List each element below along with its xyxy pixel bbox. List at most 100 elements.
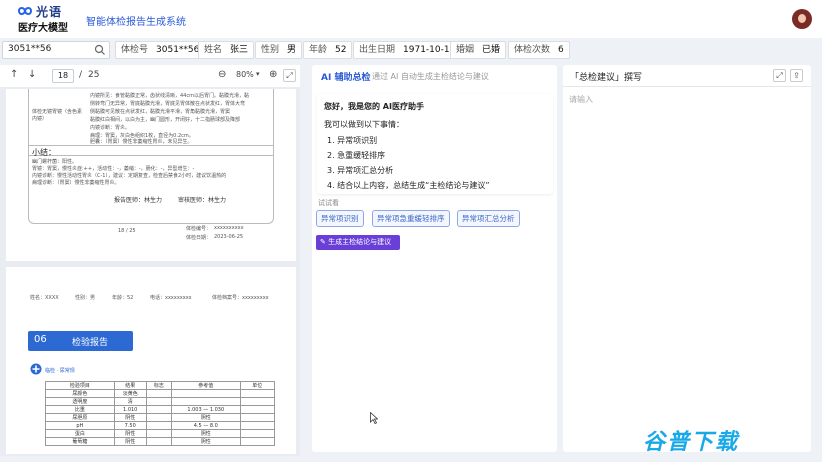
table-cell: 透明度 <box>45 397 115 406</box>
expand-icon[interactable]: ⤢ <box>773 69 786 82</box>
table-cell <box>239 429 276 438</box>
generate-conclusion-button[interactable]: ✎ 生成主检结论与建议 <box>316 235 400 250</box>
row-label: 体检无镜胃镜（含色素内镜） <box>32 109 83 122</box>
fullscreen-icon[interactable]: ⤢ <box>283 69 296 82</box>
summary-line: 幽门螺杆菌：阳性。 <box>32 159 78 165</box>
lab-results-table: 检验项目 结果 标志 参考值 单位 尿颜色 淡黄色 透明度清比重 1.010 1.003… <box>45 381 276 446</box>
table-cell: 葡萄糖 <box>45 437 115 446</box>
export-icon[interactable]: ⇪ <box>790 69 803 82</box>
table-cell: 尿胆原 <box>45 413 115 422</box>
editor-divider <box>563 86 811 87</box>
gender-field: 性别男 <box>255 41 303 59</box>
table-cell: 阴性 <box>170 413 241 422</box>
capability-item: 4. 结合以上内容，总结生成“主检结论与建议” <box>327 181 490 190</box>
advice-textarea[interactable]: 请输入 <box>569 94 593 105</box>
magic-wand-icon: ✎ <box>320 238 329 246</box>
section-number: 06 <box>34 334 47 345</box>
column-header: 参考值 <box>170 381 241 390</box>
table-cell: 4.5 — 8.0 <box>170 421 241 430</box>
exam-date-value: 2023-06-25 <box>214 234 244 240</box>
chip-abnormal-sort[interactable]: 异常项急重缓轻排序 <box>372 210 450 227</box>
table-cell: 1.010 <box>113 405 147 414</box>
exam-id-field: 体检号 3051**56 <box>115 41 206 59</box>
table-cell <box>170 389 241 398</box>
chip-abnormal-summary[interactable]: 异常项汇总分析 <box>457 210 520 227</box>
lab-group-title: 临检 · 尿常规 <box>45 368 75 374</box>
exam-no-label: 体检编号： <box>186 226 212 232</box>
table-cell <box>145 413 172 422</box>
table-cell <box>239 437 276 446</box>
search-icon[interactable] <box>94 44 106 56</box>
avatar[interactable] <box>792 9 812 29</box>
page-separator: / <box>79 70 83 80</box>
ai-greeting: 您好，我是您的 AI医疗助手 <box>324 102 424 111</box>
column-header: 结果 <box>113 381 147 390</box>
report-text: 侧黏膜可见散在点状发红，黏膜光滑平滑，胃角黏膜光滑，胃窦 <box>90 109 231 115</box>
patient-phone: 电话：xxxxxxxxx <box>150 295 192 301</box>
generate-conclusion-label: 生成主检结论与建议 <box>328 238 392 246</box>
zoom-out-icon[interactable]: ⊖ <box>218 69 226 80</box>
zoom-select[interactable]: 80% <box>236 70 254 79</box>
table-cell <box>145 405 172 414</box>
summary-title: 小结： <box>32 148 56 157</box>
exam-date-label: 体检日期： <box>186 235 212 241</box>
table-cell <box>145 397 172 406</box>
brand-subtitle: 医疗大模型 <box>18 23 68 34</box>
table-cell <box>239 413 276 422</box>
section-title: 检验报告 <box>72 338 109 348</box>
report-text: 胆囊：（胃窦）慢性非萎缩性胃炎，未见异生。 <box>90 139 193 145</box>
table-cell: 阴性 <box>113 413 147 422</box>
page-footer-number: 18 / 25 <box>118 228 136 234</box>
column-header: 标志 <box>145 381 172 390</box>
table-cell <box>170 397 241 406</box>
table-cell: pH <box>45 421 115 430</box>
report-text: 黏膜红白相间，以白为主，幽门圆形，开闭好，十二指肠球部及降部 <box>90 117 241 123</box>
name-field: 姓名 张三 <box>198 41 255 59</box>
patient-age: 年龄：52 <box>112 295 134 301</box>
table-row: 葡萄糖 阴性 阴性 <box>45 437 276 446</box>
table-cell: 清 <box>113 397 147 406</box>
table-cell: 阴性 <box>170 437 241 446</box>
brand-name: 光语 <box>36 5 63 19</box>
capability-item: 2. 急重缓轻排序 <box>327 151 386 160</box>
arrow-up-icon[interactable]: ↑ <box>10 69 18 80</box>
exam-no-value: xxxxxxxxxx <box>214 225 244 231</box>
summary-line: 内镜诊断：慢性活动性胃炎（C-1），建议：定期复查，检查后禁食2小时，建议饮温热… <box>32 173 227 179</box>
ai-panel-subtitle: 通过 AI 自动生成主检结论与建议 <box>372 72 489 81</box>
page-number-input[interactable]: 18 <box>52 69 74 83</box>
try-label: 试试看 <box>318 199 339 207</box>
table-cell: 尿颜色 <box>45 389 115 398</box>
column-header: 单位 <box>239 381 276 390</box>
table-cell <box>239 397 276 406</box>
ai-panel-title: AI 辅助总检 <box>321 73 371 83</box>
report-text: 侧转弯门无异常，胃底黏膜光滑，胃底见胃体散在点状发红，胃体大弯 <box>90 101 246 107</box>
arrow-down-icon[interactable]: ↓ <box>28 69 36 80</box>
chip-abnormal-identify[interactable]: 异常项识别 <box>316 210 364 227</box>
patient-archive-no: 体检档案号：xxxxxxxxx <box>212 295 269 301</box>
editor-title: 「总检建议」撰写 <box>570 73 643 83</box>
table-cell <box>145 389 172 398</box>
lab-group-icon <box>30 363 42 375</box>
zoom-in-icon[interactable]: ⊕ <box>269 69 277 80</box>
section-header: 06 检验报告 <box>28 331 133 351</box>
capability-item: 1. 异常项识别 <box>327 136 378 145</box>
table-cell: 阴性 <box>170 429 241 438</box>
marital-field: 婚姻 已婚 <box>450 41 507 59</box>
exam-count-field: 体检次数 6 <box>508 41 570 59</box>
logo-icon <box>18 7 32 15</box>
table-cell: 1.003 — 1.030 <box>170 405 241 414</box>
table-cell: 7.50 <box>113 421 147 430</box>
table-row: 比重 1.010 1.003 — 1.030 <box>45 405 276 414</box>
chevron-down-icon[interactable]: ▾ <box>256 70 260 78</box>
capability-item: 3. 异常项汇总分析 <box>327 166 394 175</box>
viewer-toolbar <box>0 65 300 87</box>
summary-line: 病理诊断：（胃窦）慢性非萎缩性胃炎。 <box>32 180 120 186</box>
table-cell: 蛋白 <box>45 429 115 438</box>
table-cell: 阴性 <box>113 437 147 446</box>
total-pages: 25 <box>88 70 100 80</box>
table-cell <box>145 421 172 430</box>
summary-line: 胃镜：胃窦，慢性炎症:++，活动性：-，萎缩：-，肠化：-，异型增生：- <box>32 166 195 172</box>
mouse-cursor-icon <box>370 412 378 424</box>
ai-chat-message: 您好，我是您的 AI医疗助手 我可以做到以下事情： 1. 异常项识别 2. 急重… <box>317 94 553 194</box>
system-title: 智能体检报告生成系统 <box>86 17 186 28</box>
